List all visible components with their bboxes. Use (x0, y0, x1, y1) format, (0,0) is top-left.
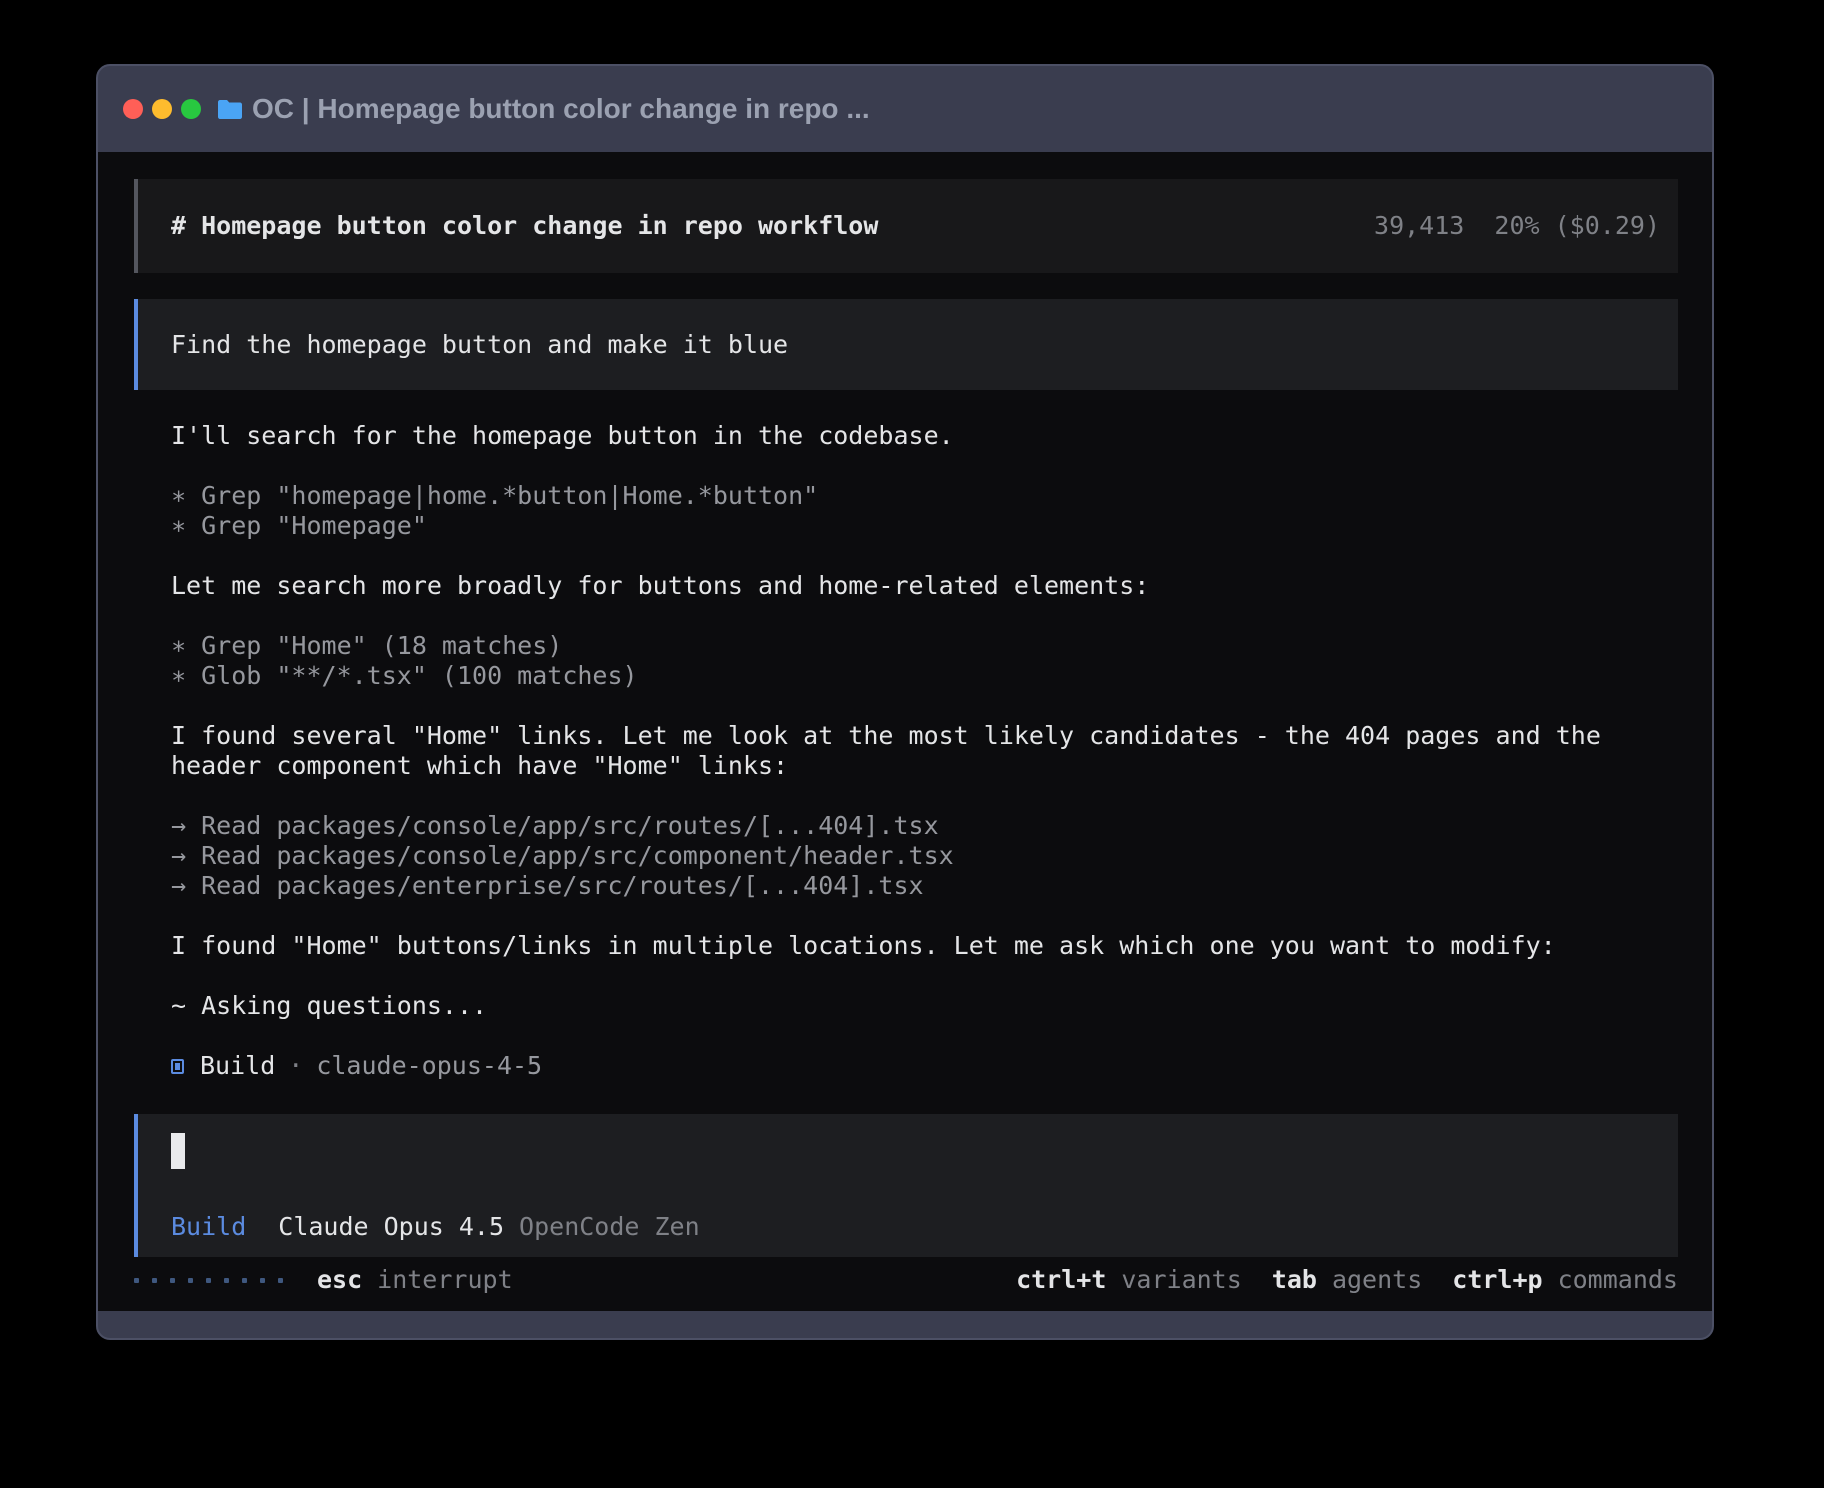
transcript-line: ∗ Glob "**/*.tsx" (100 matches) (134, 661, 1678, 691)
input-mode: Build (171, 1212, 246, 1242)
status-bar: esc interrupt ctrl+t variants tab agents… (134, 1265, 1678, 1295)
transcript-line: header component which have "Home" links… (134, 751, 1678, 781)
keyboard-hint: ctrl+p commands (1452, 1265, 1678, 1295)
text-cursor (171, 1133, 185, 1169)
transcript-line: I found several "Home" links. Let me loo… (134, 721, 1678, 751)
hint-key: tab (1272, 1265, 1317, 1295)
spinner-dots-icon (134, 1278, 283, 1283)
transcript-line (134, 1021, 1678, 1051)
hint-key: ctrl+p (1452, 1265, 1542, 1295)
transcript-line (134, 451, 1678, 481)
folder-icon (218, 99, 242, 119)
transcript-line (134, 781, 1678, 811)
transcript-line (134, 691, 1678, 721)
status-bar-right: ctrl+t variants tab agents ctrl+p comman… (1016, 1265, 1678, 1295)
input-status-row: Build Claude Opus 4.5 OpenCode Zen (171, 1212, 1678, 1242)
transcript-line: ∗ Grep "Home" (18 matches) (134, 631, 1678, 661)
zoom-button[interactable] (181, 99, 201, 119)
user-message: Find the homepage button and make it blu… (134, 299, 1678, 390)
transcript-line (134, 601, 1678, 631)
hint-label: commands (1558, 1265, 1678, 1295)
session-stats: 39,413 20% ($0.29) (1374, 211, 1660, 241)
minimize-button[interactable] (152, 99, 172, 119)
transcript-line: I'll search for the homepage button in t… (134, 421, 1678, 451)
terminal-window: OC | Homepage button color change in rep… (96, 64, 1714, 1340)
esc-key-hint: esc (317, 1265, 362, 1295)
prompt-input[interactable]: Build Claude Opus 4.5 OpenCode Zen (134, 1114, 1678, 1257)
status-bar-left: esc interrupt (134, 1265, 513, 1295)
transcript-line (134, 541, 1678, 571)
transcript-line: Let me search more broadly for buttons a… (134, 571, 1678, 601)
close-button[interactable] (123, 99, 143, 119)
transcript-line: ∗ Grep "Homepage" (134, 511, 1678, 541)
input-model: Claude Opus 4.5 (278, 1212, 504, 1242)
transcript-line: ~ Asking questions... (134, 991, 1678, 1021)
agent-separator: · (288, 1051, 303, 1081)
transcript-line (134, 901, 1678, 931)
esc-key-label: interrupt (377, 1265, 512, 1295)
transcript-line: → Read packages/console/app/src/componen… (134, 841, 1678, 871)
transcript-line (134, 961, 1678, 991)
transcript: I'll search for the homepage button in t… (134, 421, 1678, 1051)
transcript-line: → Read packages/enterprise/src/routes/[.… (134, 871, 1678, 901)
user-message-text: Find the homepage button and make it blu… (171, 330, 788, 360)
hint-label: variants (1121, 1265, 1241, 1295)
titlebar: OC | Homepage button color change in rep… (98, 66, 1712, 152)
input-provider: OpenCode Zen (519, 1212, 700, 1242)
transcript-line: → Read packages/console/app/src/routes/[… (134, 811, 1678, 841)
keyboard-hint: tab agents (1272, 1265, 1422, 1295)
transcript-line: I found "Home" buttons/links in multiple… (134, 931, 1678, 961)
agent-build-icon (171, 1059, 184, 1074)
transcript-line: ∗ Grep "homepage|home.*button|Home.*butt… (134, 481, 1678, 511)
keyboard-hint: ctrl+t variants (1016, 1265, 1242, 1295)
hint-key: ctrl+t (1016, 1265, 1106, 1295)
agent-model: claude-opus-4-5 (316, 1051, 542, 1081)
session-header: # Homepage button color change in repo w… (134, 179, 1678, 273)
traffic-lights (123, 99, 201, 119)
agent-name: Build (200, 1051, 275, 1081)
window-title: OC | Homepage button color change in rep… (252, 93, 870, 125)
terminal-viewport: # Homepage button color change in repo w… (98, 152, 1712, 1311)
session-title: # Homepage button color change in repo w… (171, 211, 878, 241)
agent-status: Build · claude-opus-4-5 (134, 1051, 1678, 1081)
hint-label: agents (1332, 1265, 1422, 1295)
